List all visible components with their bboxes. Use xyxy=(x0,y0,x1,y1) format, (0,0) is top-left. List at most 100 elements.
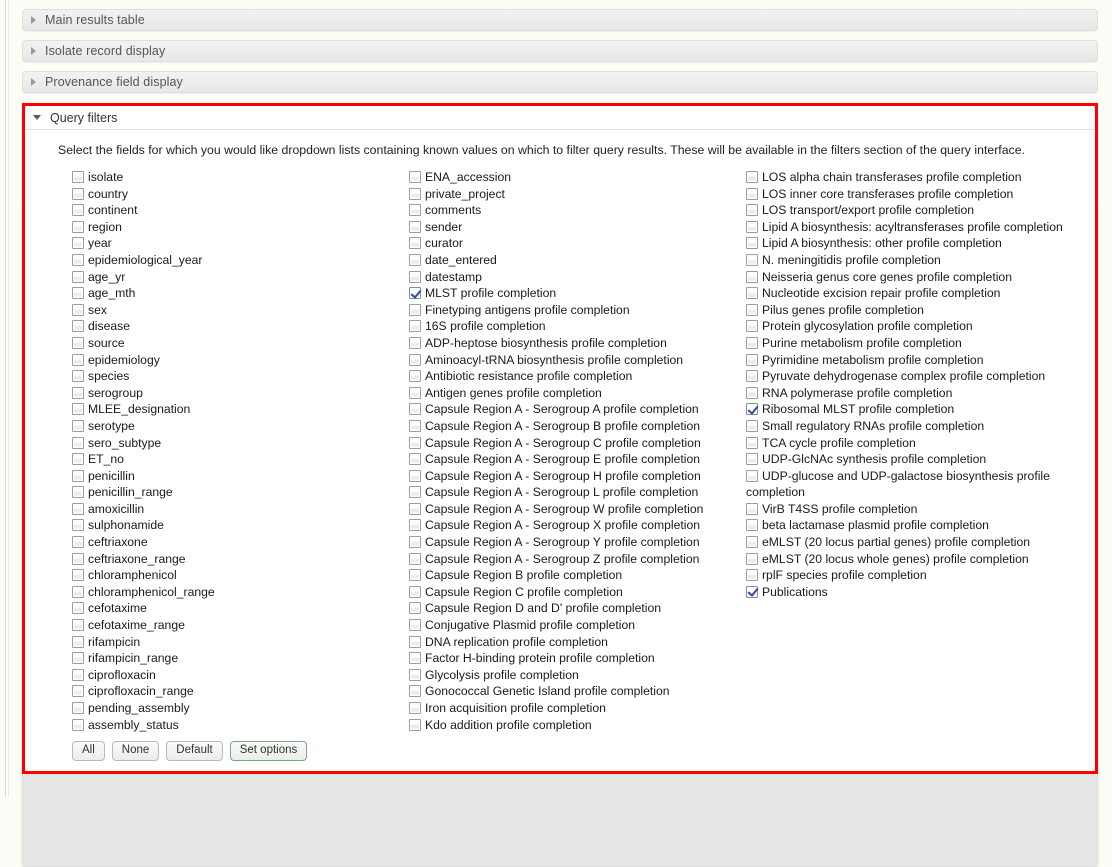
checkbox-unchecked-icon[interactable] xyxy=(72,303,84,316)
checkbox-row[interactable]: ceftriaxone_range xyxy=(72,551,402,568)
checkbox-unchecked-icon[interactable] xyxy=(72,187,84,200)
checkbox-row[interactable]: 16S profile completion xyxy=(409,318,739,335)
checkbox-unchecked-icon[interactable] xyxy=(72,486,84,499)
checkbox-row[interactable]: Ribosomal MLST profile completion xyxy=(746,401,1086,418)
checkbox-unchecked-icon[interactable] xyxy=(746,552,758,565)
checkbox-unchecked-icon[interactable] xyxy=(72,353,84,366)
set-options-button[interactable]: Set options xyxy=(229,741,308,762)
checkbox-unchecked-icon[interactable] xyxy=(409,718,421,731)
checkbox-row[interactable]: ET_no xyxy=(72,451,402,468)
checkbox-row[interactable]: Purine metabolism profile completion xyxy=(746,335,1086,352)
checkbox-row[interactable]: Publications xyxy=(746,584,1086,601)
checkbox-unchecked-icon[interactable] xyxy=(746,386,758,399)
checkbox-row[interactable]: ciprofloxacin_range xyxy=(72,683,402,700)
checkbox-unchecked-icon[interactable] xyxy=(746,370,758,383)
checkbox-unchecked-icon[interactable] xyxy=(746,502,758,515)
checkbox-unchecked-icon[interactable] xyxy=(72,552,84,565)
checkbox-unchecked-icon[interactable] xyxy=(72,320,84,333)
checkbox-unchecked-icon[interactable] xyxy=(72,502,84,515)
checkbox-unchecked-icon[interactable] xyxy=(72,585,84,598)
checkbox-row[interactable]: Pyrimidine metabolism profile completion xyxy=(746,352,1086,369)
checkbox-row[interactable]: disease xyxy=(72,318,402,335)
checkbox-row[interactable]: Capsule Region A - Serogroup Y profile c… xyxy=(409,534,739,551)
checkbox-unchecked-icon[interactable] xyxy=(409,536,421,549)
checkbox-unchecked-icon[interactable] xyxy=(72,253,84,266)
checkbox-unchecked-icon[interactable] xyxy=(746,336,758,349)
checkbox-unchecked-icon[interactable] xyxy=(746,519,758,532)
checkbox-unchecked-icon[interactable] xyxy=(72,436,84,449)
checkbox-unchecked-icon[interactable] xyxy=(746,436,758,449)
accordion-header-0[interactable]: Main results table xyxy=(22,9,1098,31)
checkbox-unchecked-icon[interactable] xyxy=(409,569,421,582)
checkbox-row[interactable]: epidemiology xyxy=(72,352,402,369)
checkbox-unchecked-icon[interactable] xyxy=(72,519,84,532)
checkbox-row[interactable]: assembly_status xyxy=(72,717,402,734)
checkbox-row[interactable]: Capsule Region A - Serogroup L profile c… xyxy=(409,484,739,501)
checkbox-unchecked-icon[interactable] xyxy=(72,718,84,731)
checkbox-row[interactable]: MLEE_designation xyxy=(72,401,402,418)
checkbox-row[interactable]: Capsule Region A - Serogroup H profile c… xyxy=(409,468,739,485)
checkbox-unchecked-icon[interactable] xyxy=(72,287,84,300)
checkbox-unchecked-icon[interactable] xyxy=(746,569,758,582)
checkbox-row[interactable]: Nucleotide excision repair profile compl… xyxy=(746,285,1086,302)
checkbox-row[interactable]: Iron acquisition profile completion xyxy=(409,700,739,717)
checkbox-unchecked-icon[interactable] xyxy=(746,353,758,366)
checkbox-row[interactable]: chloramphenicol xyxy=(72,567,402,584)
checkbox-unchecked-icon[interactable] xyxy=(72,336,84,349)
checkbox-unchecked-icon[interactable] xyxy=(72,602,84,615)
checkbox-row[interactable]: Capsule Region B profile completion xyxy=(409,567,739,584)
checkbox-unchecked-icon[interactable] xyxy=(72,220,84,233)
checkbox-row[interactable]: N. meningitidis profile completion xyxy=(746,252,1086,269)
checkbox-unchecked-icon[interactable] xyxy=(409,619,421,632)
checkbox-unchecked-icon[interactable] xyxy=(409,502,421,515)
checkbox-unchecked-icon[interactable] xyxy=(72,237,84,250)
checkbox-unchecked-icon[interactable] xyxy=(409,237,421,250)
checkbox-row[interactable]: Capsule Region A - Serogroup W profile c… xyxy=(409,501,739,518)
checkbox-row[interactable]: Capsule Region A - Serogroup E profile c… xyxy=(409,451,739,468)
checkbox-unchecked-icon[interactable] xyxy=(72,386,84,399)
checkbox-row[interactable]: continent xyxy=(72,202,402,219)
checkbox-checked-icon[interactable] xyxy=(746,585,758,598)
checkbox-unchecked-icon[interactable] xyxy=(409,370,421,383)
checkbox-row[interactable]: penicillin_range xyxy=(72,484,402,501)
checkbox-unchecked-icon[interactable] xyxy=(409,419,421,432)
checkbox-row[interactable]: LOS transport/export profile completion xyxy=(746,202,1086,219)
checkbox-unchecked-icon[interactable] xyxy=(746,469,758,482)
checkbox-unchecked-icon[interactable] xyxy=(409,652,421,665)
checkbox-row[interactable]: datestamp xyxy=(409,269,739,286)
checkbox-unchecked-icon[interactable] xyxy=(409,253,421,266)
checkbox-row[interactable]: Factor H-binding protein profile complet… xyxy=(409,650,739,667)
checkbox-row[interactable]: date_entered xyxy=(409,252,739,269)
checkbox-row[interactable]: beta lactamase plasmid profile completio… xyxy=(746,517,1086,534)
checkbox-unchecked-icon[interactable] xyxy=(746,419,758,432)
checkbox-unchecked-icon[interactable] xyxy=(409,303,421,316)
checkbox-row[interactable]: comments xyxy=(409,202,739,219)
checkbox-row[interactable]: VirB T4SS profile completion xyxy=(746,501,1086,518)
accordion-header-1[interactable]: Isolate record display xyxy=(22,40,1098,62)
checkbox-row[interactable]: serogroup xyxy=(72,385,402,402)
checkbox-row[interactable]: ciprofloxacin xyxy=(72,667,402,684)
checkbox-row[interactable]: Glycolysis profile completion xyxy=(409,667,739,684)
checkbox-row[interactable]: isolate xyxy=(72,169,402,186)
checkbox-unchecked-icon[interactable] xyxy=(746,287,758,300)
checkbox-row[interactable]: sender xyxy=(409,219,739,236)
checkbox-unchecked-icon[interactable] xyxy=(409,270,421,283)
checkbox-unchecked-icon[interactable] xyxy=(72,702,84,714)
checkbox-unchecked-icon[interactable] xyxy=(72,635,84,648)
checkbox-unchecked-icon[interactable] xyxy=(409,220,421,233)
checkbox-row[interactable]: Finetyping antigens profile completion xyxy=(409,302,739,319)
checkbox-row[interactable]: Protein glycosylation profile completion xyxy=(746,318,1086,335)
checkbox-row[interactable]: ceftriaxone xyxy=(72,534,402,551)
checkbox-row[interactable]: rplF species profile completion xyxy=(746,567,1086,584)
checkbox-unchecked-icon[interactable] xyxy=(409,469,421,482)
checkbox-row[interactable]: MLST profile completion xyxy=(409,285,739,302)
checkbox-row[interactable]: RNA polymerase profile completion xyxy=(746,385,1086,402)
checkbox-row[interactable]: Capsule Region A - Serogroup A profile c… xyxy=(409,401,739,418)
checkbox-row[interactable]: ENA_accession xyxy=(409,169,739,186)
accordion-header-2[interactable]: Provenance field display xyxy=(22,71,1098,93)
checkbox-row[interactable]: Kdo addition profile completion xyxy=(409,717,739,734)
checkbox-row[interactable]: Antibiotic resistance profile completion xyxy=(409,368,739,385)
checkbox-unchecked-icon[interactable] xyxy=(746,204,758,217)
checkbox-row[interactable]: private_project xyxy=(409,186,739,203)
checkbox-unchecked-icon[interactable] xyxy=(72,453,84,466)
